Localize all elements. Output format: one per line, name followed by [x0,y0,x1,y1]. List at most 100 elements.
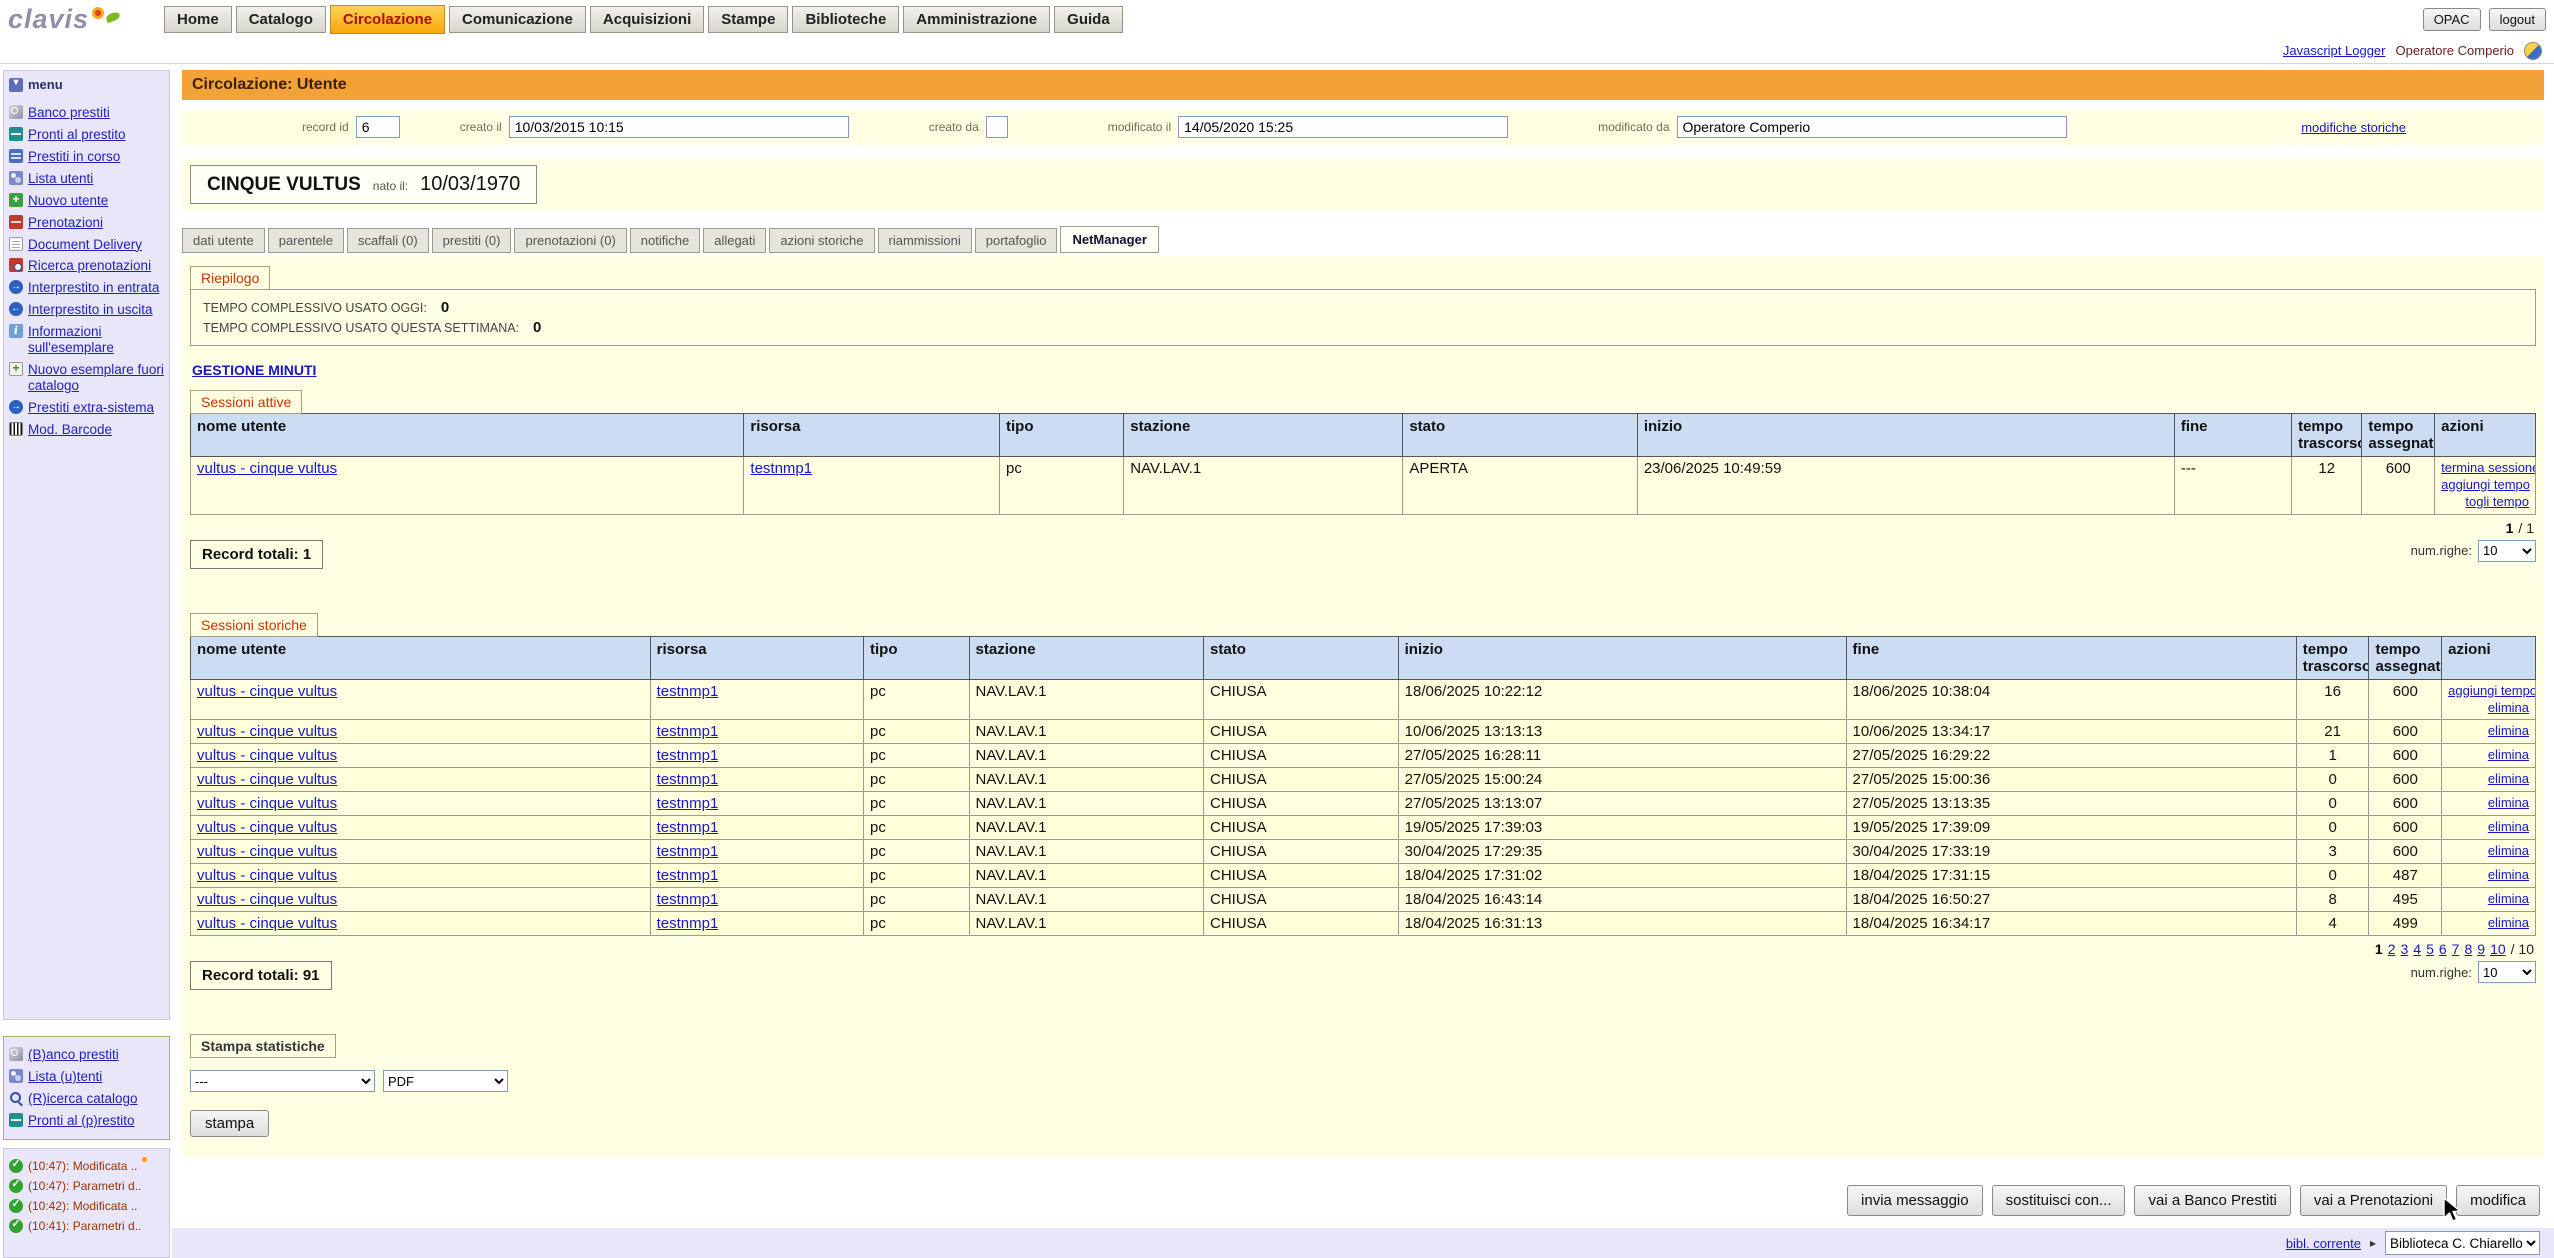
user-link[interactable]: vultus - cinque vultus [197,723,337,740]
sidebar-item-informazioni-sull-esemplare[interactable]: Informazioni sull'esemplare [9,324,164,356]
elimina-link[interactable]: elimina [2448,867,2529,884]
pagination-page-link[interactable]: 10 [2490,941,2506,957]
elimina-link[interactable]: elimina [2448,747,2529,764]
sidebar-link[interactable]: Prestiti extra-sistema [28,400,154,416]
resource-link[interactable]: testnmp1 [657,867,719,884]
sidebar-link[interactable]: Informazioni sull'esemplare [28,324,164,356]
resource-link[interactable]: testnmp1 [657,747,719,764]
sidebar-item-prenotazioni[interactable]: Prenotazioni [9,215,164,231]
nav-tab-biblioteche[interactable]: Biblioteche [792,6,899,33]
tab-prestiti-0[interactable]: prestiti (0) [432,228,512,253]
tab-dati-utente[interactable]: dati utente [182,228,265,253]
tab-portafoglio[interactable]: portafoglio [975,228,1058,253]
log-entry[interactable]: (10:42): Modificata .. [9,1199,164,1213]
sidebar-item-r-icerca-catalogo[interactable]: (R)icerca catalogo [9,1091,164,1107]
nav-tab-guida[interactable]: Guida [1054,6,1123,33]
creato-il-input[interactable] [509,116,849,138]
sidebar-link[interactable]: Nuovo esemplare fuori catalogo [28,362,164,394]
elimina-link[interactable]: elimina [2448,915,2529,932]
log-entry[interactable]: (10:41): Parametri d.. [9,1219,164,1233]
togli-tempo-link[interactable]: togli tempo [2441,494,2529,511]
sidebar-link[interactable]: Prenotazioni [28,215,103,231]
nav-tab-acquisizioni[interactable]: Acquisizioni [590,6,704,33]
operator-icon[interactable] [2524,42,2542,60]
resource-link[interactable]: testnmp1 [750,460,812,477]
resource-link[interactable]: testnmp1 [657,915,719,932]
sidebar-link[interactable]: Document Delivery [28,237,142,253]
resource-link[interactable]: testnmp1 [657,795,719,812]
vai-a-prenotazioni-button[interactable]: vai a Prenotazioni [2300,1185,2447,1216]
user-link[interactable]: vultus - cinque vultus [197,891,337,908]
nav-tab-stampe[interactable]: Stampe [708,6,788,33]
creato-da-input[interactable] [986,116,1008,138]
nav-tab-home[interactable]: Home [164,6,232,33]
sidebar-item-document-delivery[interactable]: Document Delivery [9,237,164,253]
shortcut-link[interactable]: Pronti al (p)restito [28,1113,135,1129]
resource-link[interactable]: testnmp1 [657,819,719,836]
sidebar-item-interprestito-in-uscita[interactable]: Interprestito in uscita [9,302,164,318]
num-righe-select-attive[interactable]: 10 [2478,540,2536,562]
pagination-page-link[interactable]: 2 [2388,941,2396,957]
sidebar-item-banco-prestiti[interactable]: Banco prestiti [9,105,164,121]
resource-link[interactable]: testnmp1 [657,771,719,788]
nav-tab-amministrazione[interactable]: Amministrazione [903,6,1050,33]
user-link[interactable]: vultus - cinque vultus [197,747,337,764]
log-entry[interactable]: (10:47): Parametri d.. [9,1179,164,1193]
sidebar-item-pronti-al-prestito[interactable]: Pronti al prestito [9,127,164,143]
javascript-logger-link[interactable]: Javascript Logger [2283,43,2386,58]
elimina-link[interactable]: elimina [2448,819,2529,836]
nav-tab-catalogo[interactable]: Catalogo [236,6,326,33]
shortcut-link[interactable]: Lista (u)tenti [28,1069,102,1085]
modificato-il-input[interactable] [1178,116,1508,138]
pagination-page-link[interactable]: 5 [2426,941,2434,957]
sidebar-link[interactable]: Lista utenti [28,171,93,187]
modificato-da-input[interactable] [1677,116,2067,138]
resource-link[interactable]: testnmp1 [657,843,719,860]
tab-notifiche[interactable]: notifiche [630,228,700,253]
sidebar-link[interactable]: Ricerca prenotazioni [28,258,151,274]
pagination-page-link[interactable]: 3 [2400,941,2408,957]
sidebar-item-nuovo-utente[interactable]: Nuovo utente [9,193,164,209]
sidebar-item-prestiti-extra-sistema[interactable]: Prestiti extra-sistema [9,400,164,416]
format-select[interactable]: PDF [383,1070,508,1092]
shortcut-link[interactable]: (R)icerca catalogo [28,1091,138,1107]
user-link[interactable]: vultus - cinque vultus [197,795,337,812]
termina-sessione-link[interactable]: termina sessione [2441,460,2529,477]
tab-parentele[interactable]: parentele [268,228,344,253]
sidebar-item-lista-u-tenti[interactable]: Lista (u)tenti [9,1069,164,1085]
elimina-link[interactable]: elimina [2448,891,2529,908]
user-link[interactable]: vultus - cinque vultus [197,460,337,477]
user-link[interactable]: vultus - cinque vultus [197,819,337,836]
elimina-link[interactable]: elimina [2448,700,2529,717]
user-link[interactable]: vultus - cinque vultus [197,867,337,884]
vai-a-banco-prestiti-button[interactable]: vai a Banco Prestiti [2134,1185,2290,1216]
user-link[interactable]: vultus - cinque vultus [197,771,337,788]
elimina-link[interactable]: elimina [2448,843,2529,860]
modifica-button[interactable]: modifica [2456,1185,2540,1216]
elimina-link[interactable]: elimina [2448,795,2529,812]
stampa-button[interactable]: stampa [190,1110,269,1137]
pagination-page-link[interactable]: 4 [2413,941,2421,957]
sidebar-item-b-anco-prestiti[interactable]: (B)anco prestiti [9,1047,164,1063]
sostituisci-con-button[interactable]: sostituisci con... [1992,1185,2126,1216]
invia-messaggio-button[interactable]: invia messaggio [1847,1185,1983,1216]
log-entry[interactable]: (10:47): Modificata .. [9,1159,164,1173]
library-select[interactable]: Biblioteca C. Chiarello [2385,1231,2540,1255]
aggiungi-tempo-link[interactable]: aggiungi tempo [2441,477,2529,494]
aggiungi-tempo-link[interactable]: aggiungi tempo [2448,683,2529,700]
tab-riammissioni[interactable]: riammissioni [878,228,972,253]
shortcut-link[interactable]: (B)anco prestiti [28,1047,119,1063]
tab-azioni-storiche[interactable]: azioni storiche [769,228,874,253]
logout-button[interactable]: logout [2489,8,2546,31]
resource-link[interactable]: testnmp1 [657,891,719,908]
modifiche-storiche-link[interactable]: modifiche storiche [2301,120,2406,135]
pagination-page-link[interactable]: 7 [2452,941,2460,957]
sidebar-item-interprestito-in-entrata[interactable]: Interprestito in entrata [9,280,164,296]
tab-allegati[interactable]: allegati [703,228,766,253]
clavis-logo[interactable]: clavis [8,4,158,35]
sidebar-link[interactable]: Mod. Barcode [28,422,112,438]
pagination-page-link[interactable]: 6 [2439,941,2447,957]
user-link[interactable]: vultus - cinque vultus [197,683,337,700]
sidebar-link[interactable]: Banco prestiti [28,105,110,121]
elimina-link[interactable]: elimina [2448,723,2529,740]
